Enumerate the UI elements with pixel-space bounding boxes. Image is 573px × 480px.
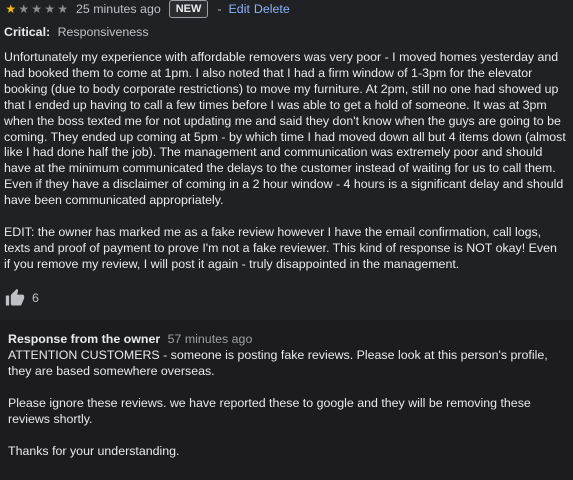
review-time: 25 minutes ago <box>76 2 161 16</box>
critical-label: Critical: <box>4 25 51 39</box>
review-edit-paragraph: EDIT: the owner has marked me as a fake … <box>4 225 557 271</box>
likes-row: 6 <box>5 288 39 308</box>
separator: - <box>217 2 222 16</box>
likes-count: 6 <box>32 291 39 305</box>
critical-value: Responsiveness <box>57 25 149 39</box>
edit-link[interactable]: Edit <box>229 2 250 16</box>
star-icon: ★ <box>44 2 55 16</box>
owner-response-time: 57 minutes ago <box>167 332 253 346</box>
owner-response-paragraph: Thanks for your understanding. <box>8 443 180 458</box>
star-rating: ★ ★ ★ ★ ★ <box>4 0 69 18</box>
delete-link[interactable]: Delete <box>254 2 290 16</box>
star-icon: ★ <box>31 2 42 16</box>
thumbs-up-icon[interactable] <box>5 288 25 308</box>
review-text: Unfortunately my experience with afforda… <box>4 50 566 289</box>
star-icon: ★ <box>18 2 29 16</box>
review-meta-row: ★ ★ ★ ★ ★ 25 minutes ago NEW - Edit Delete <box>4 0 290 18</box>
owner-response-label: Response from the owner <box>8 332 161 346</box>
owner-response-paragraph: ATTENTION CUSTOMERS - someone is posting… <box>8 348 548 378</box>
owner-response: Response from the owner 57 minutes ago A… <box>0 320 573 480</box>
critical-attribute: Critical: Responsiveness <box>4 25 149 39</box>
owner-response-header: Response from the owner 57 minutes ago <box>8 332 252 346</box>
owner-response-paragraph: Please ignore these reviews. we have rep… <box>8 395 531 426</box>
review-paragraph: Unfortunately my experience with afforda… <box>4 50 566 208</box>
new-badge: NEW <box>168 0 209 18</box>
star-icon: ★ <box>5 2 16 16</box>
owner-response-text: ATTENTION CUSTOMERS - someone is posting… <box>8 348 564 476</box>
star-icon: ★ <box>57 2 68 16</box>
